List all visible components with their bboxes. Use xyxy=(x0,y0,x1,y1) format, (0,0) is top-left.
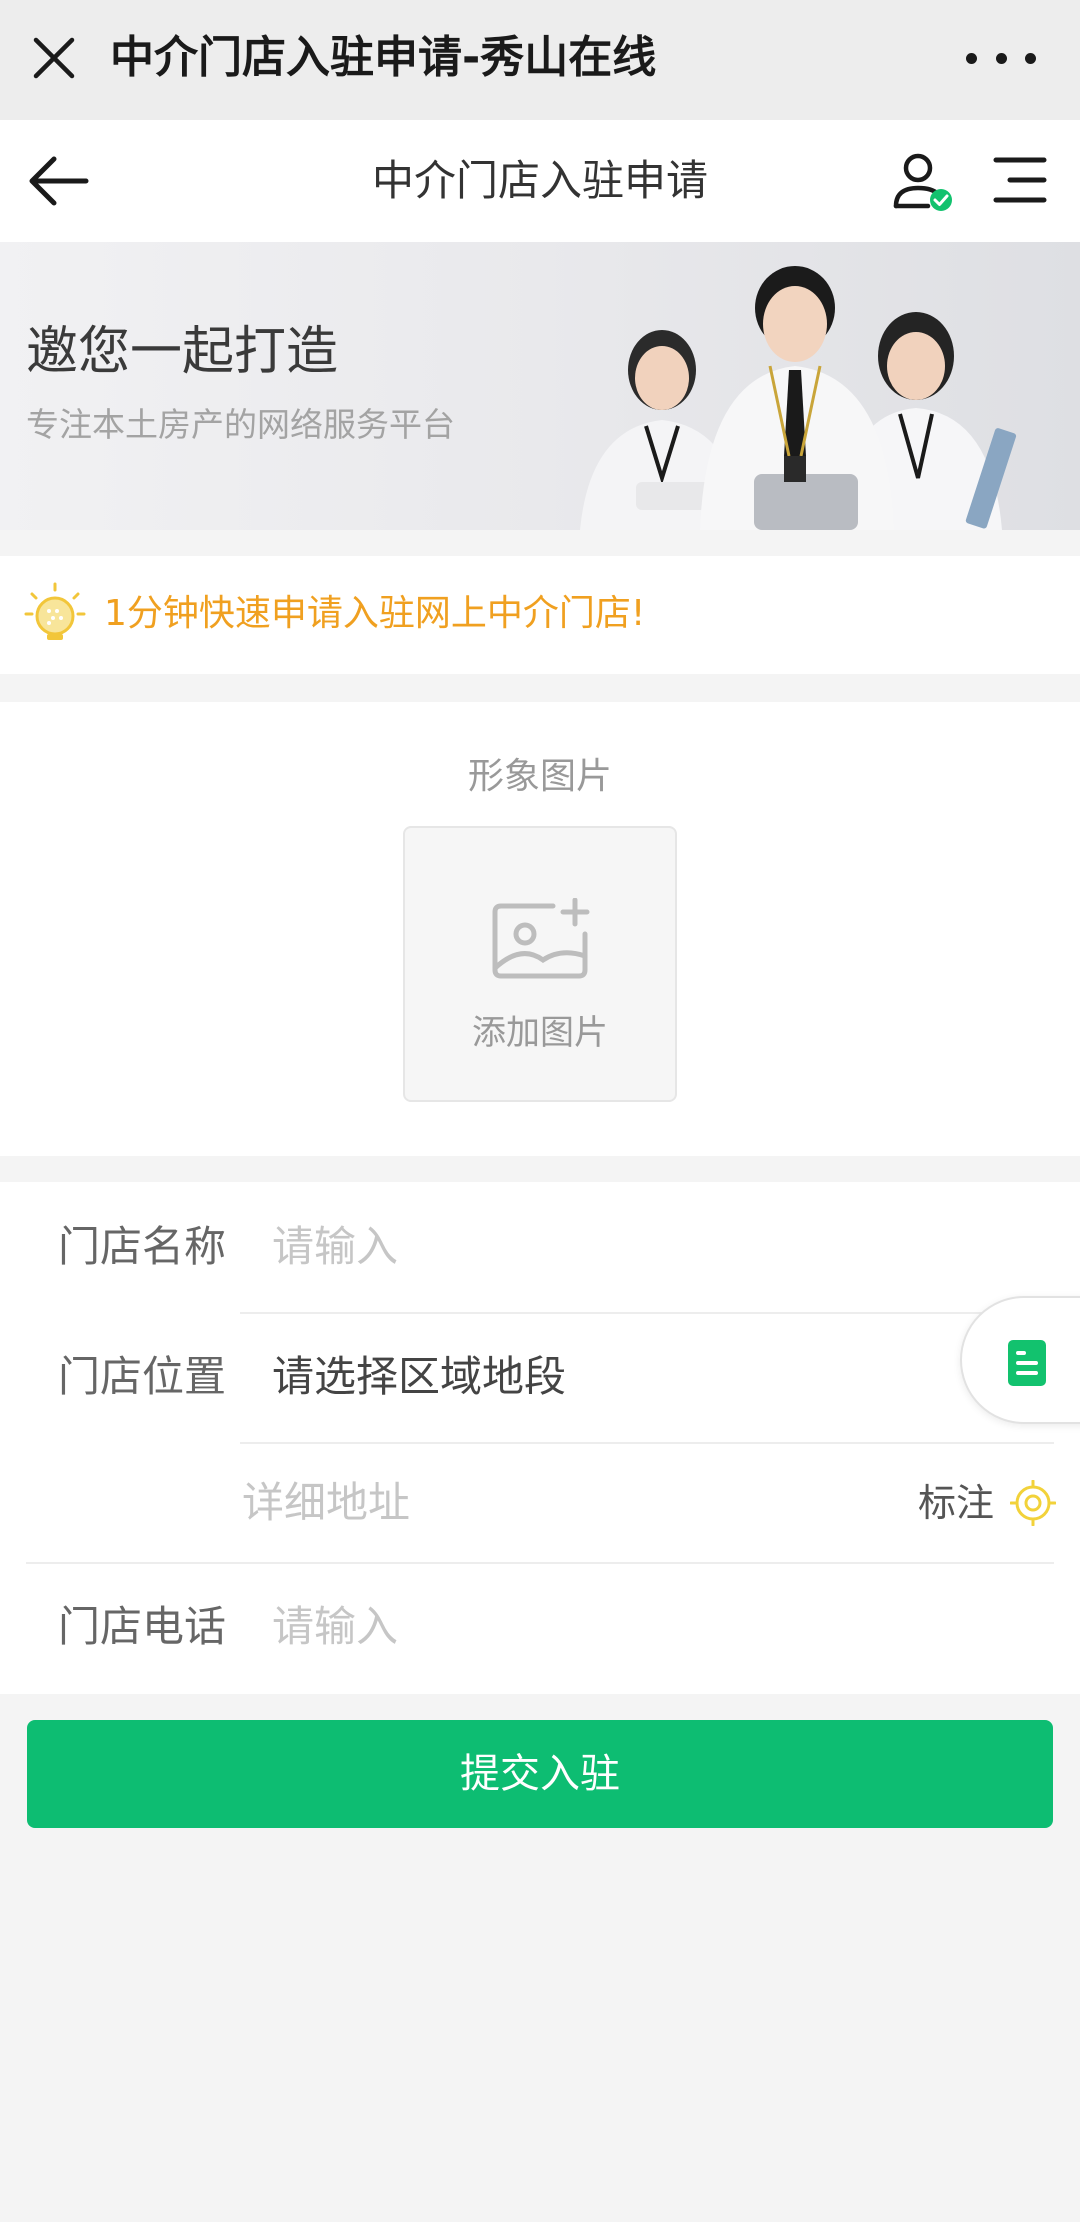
store-name-input[interactable]: 请输入 xyxy=(272,1218,398,1276)
image-upload-label: 形象图片 xyxy=(467,756,612,797)
more-icon[interactable] xyxy=(966,40,1036,76)
address-row: 详细地址 标注 xyxy=(0,1444,1080,1562)
store-phone-row: 门店电话 请输入 xyxy=(0,1564,1080,1694)
submit-button[interactable]: 提交入驻 xyxy=(27,1720,1053,1828)
menu-icon[interactable] xyxy=(992,154,1048,206)
lightbulb-icon xyxy=(22,580,88,646)
address-input[interactable]: 详细地址 xyxy=(242,1474,410,1532)
webview-title: 中介门店入驻申请-秀山在线 xyxy=(110,32,657,83)
store-name-label: 门店名称 xyxy=(58,1222,227,1271)
image-upload-section: 形象图片 添加图片 xyxy=(0,702,1080,1156)
promo-banner: 邀您一起打造 专注本土房产的网络服务平台 xyxy=(0,242,1080,530)
add-image-button[interactable]: 添加图片 xyxy=(403,826,677,1102)
store-name-row: 门店名称 请输入 xyxy=(0,1182,1080,1312)
close-icon[interactable] xyxy=(28,32,80,84)
store-location-label: 门店位置 xyxy=(58,1352,227,1401)
staff-photo xyxy=(580,266,1017,530)
user-verified-icon[interactable] xyxy=(892,150,956,214)
store-phone-label: 门店电话 xyxy=(58,1602,227,1651)
page-header: 中介门店入驻申请 xyxy=(0,120,1080,242)
location-target-icon[interactable] xyxy=(1009,1479,1057,1527)
store-location-row: 门店位置 请选择区域地段 xyxy=(0,1314,1080,1442)
store-phone-input[interactable]: 请输入 xyxy=(272,1598,398,1656)
document-icon xyxy=(1008,1340,1046,1386)
banner-heading: 邀您一起打造 xyxy=(26,322,339,382)
floating-document-button[interactable] xyxy=(960,1296,1080,1424)
tip-text: 1分钟快速申请入驻网上中介门店! xyxy=(104,593,646,634)
webview-top-bar: 中介门店入驻申请-秀山在线 xyxy=(0,0,1080,120)
application-form: 门店名称 请输入 门店位置 请选择区域地段 详细地址 标注 门店电话 请输入 xyxy=(0,1182,1080,1694)
banner-subheading: 专注本土房产的网络服务平台 xyxy=(26,405,455,444)
tip-banner: 1分钟快速申请入驻网上中介门店! xyxy=(0,556,1080,674)
region-select[interactable]: 请选择区域地段 xyxy=(272,1348,566,1406)
add-image-label: 添加图片 xyxy=(472,1013,608,1053)
add-image-icon xyxy=(491,897,591,980)
mark-location-button[interactable]: 标注 xyxy=(918,1476,994,1530)
